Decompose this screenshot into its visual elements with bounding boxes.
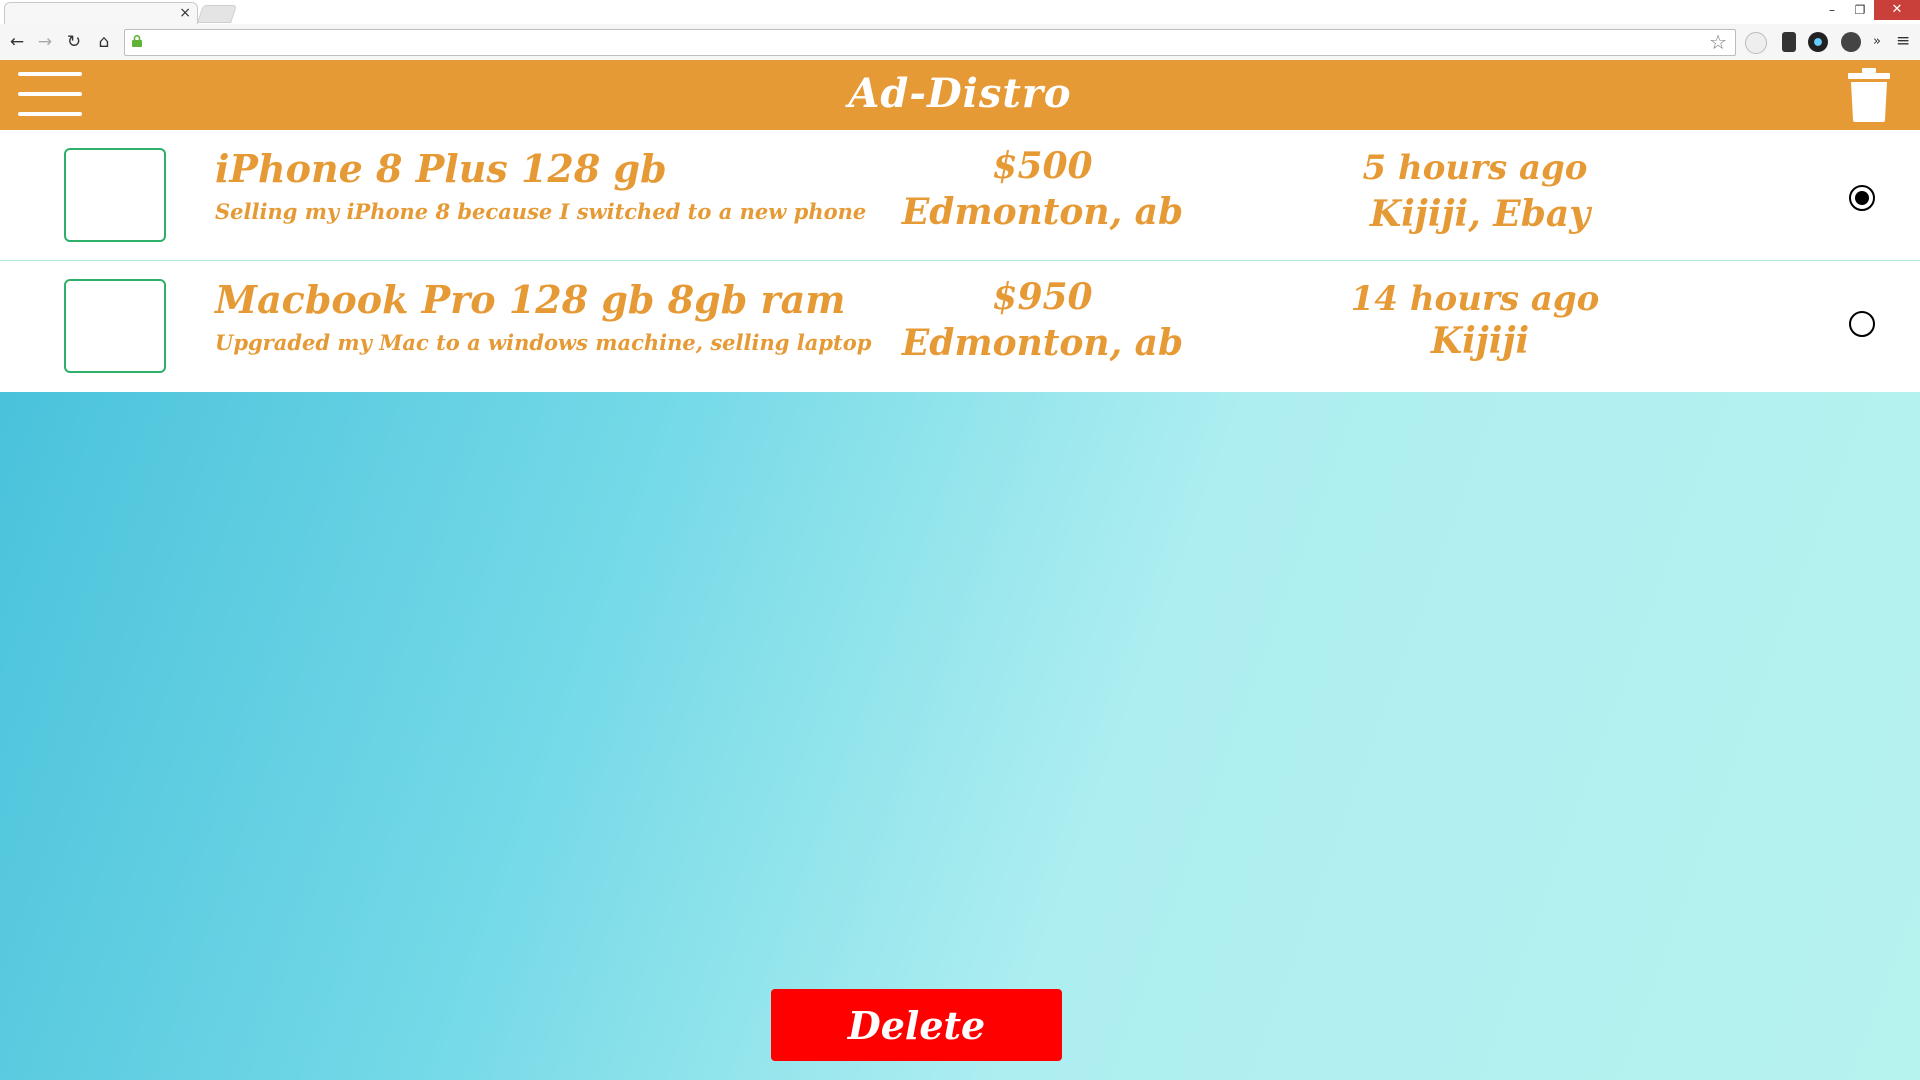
- select-radio[interactable]: [1849, 185, 1875, 211]
- extension-phone-icon[interactable]: [1782, 32, 1796, 52]
- tab-close-icon[interactable]: ×: [179, 4, 191, 22]
- item-posted-time: 5 hours ago: [1362, 148, 1588, 188]
- home-icon[interactable]: ⌂: [93, 32, 115, 52]
- item-thumbnail: [64, 279, 166, 373]
- forward-icon[interactable]: →: [34, 32, 56, 52]
- app-title: Ad-Distro: [848, 70, 1072, 117]
- lock-icon: [132, 35, 142, 47]
- list-item[interactable]: Macbook Pro 128 gb 8gb ram Upgraded my M…: [0, 261, 1920, 392]
- item-description: Upgraded my Mac to a windows machine, se…: [215, 330, 872, 355]
- item-sites: Kijiji, Ebay: [1369, 193, 1591, 235]
- item-posted-time: 14 hours ago: [1350, 279, 1600, 319]
- item-location: Edmonton, ab: [901, 191, 1184, 233]
- item-description: Selling my iPhone 8 because I switched t…: [215, 199, 867, 224]
- trash-icon[interactable]: [1848, 68, 1890, 122]
- list-item[interactable]: iPhone 8 Plus 128 gb Selling my iPhone 8…: [0, 130, 1920, 261]
- window-controls: – ❐ ✕: [1818, 0, 1920, 20]
- browser-menu-icon[interactable]: ≡: [1896, 32, 1912, 50]
- item-title: iPhone 8 Plus 128 gb: [215, 146, 667, 191]
- minimize-icon[interactable]: –: [1818, 0, 1846, 20]
- window-close-icon[interactable]: ✕: [1874, 0, 1920, 20]
- extension-camera-icon[interactable]: [1808, 32, 1828, 52]
- app-header: Ad-Distro: [0, 60, 1920, 130]
- browser-toolbar: ← → ↻ ⌂ ☆ » ≡: [0, 24, 1920, 61]
- browser-tab[interactable]: ×: [4, 2, 198, 25]
- item-location: Edmonton, ab: [901, 322, 1184, 364]
- extension-globe-icon[interactable]: [1841, 32, 1861, 52]
- reload-icon[interactable]: ↻: [63, 32, 85, 52]
- extension-icon[interactable]: [1745, 32, 1767, 54]
- back-icon[interactable]: ←: [6, 32, 28, 52]
- item-title: Macbook Pro 128 gb 8gb ram: [215, 277, 846, 322]
- bookmark-star-icon[interactable]: ☆: [1709, 31, 1727, 53]
- extensions-overflow-icon[interactable]: »: [1866, 32, 1888, 52]
- item-price: $950: [992, 276, 1093, 318]
- item-thumbnail: [64, 148, 166, 242]
- new-tab-button[interactable]: [197, 5, 237, 23]
- item-sites: Kijiji: [1430, 320, 1530, 362]
- item-price: $500: [992, 145, 1093, 187]
- ad-list: iPhone 8 Plus 128 gb Selling my iPhone 8…: [0, 130, 1920, 392]
- select-radio[interactable]: [1849, 311, 1875, 337]
- browser-tab-bar: × – ❐ ✕: [0, 0, 1920, 25]
- restore-icon[interactable]: ❐: [1846, 0, 1874, 20]
- delete-button[interactable]: Delete: [771, 989, 1062, 1061]
- address-bar[interactable]: ☆: [124, 29, 1736, 56]
